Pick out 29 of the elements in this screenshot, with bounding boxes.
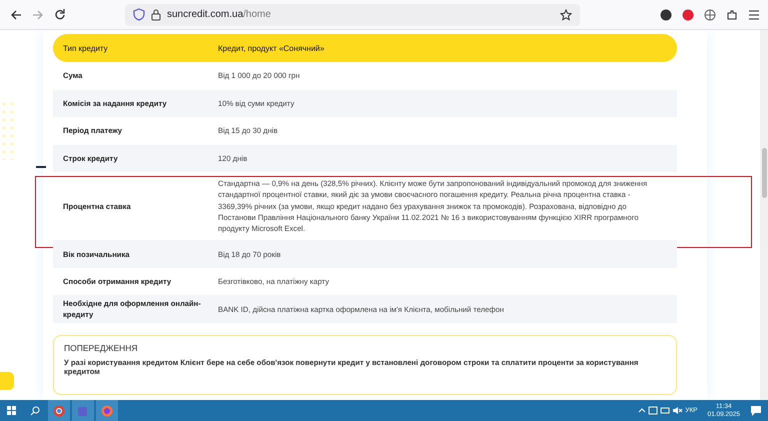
battery-icon[interactable] xyxy=(660,406,670,415)
shield-icon xyxy=(133,8,145,21)
speaker-muted-icon[interactable] xyxy=(672,406,684,415)
bookmark-star-icon[interactable] xyxy=(560,8,572,20)
network-icon[interactable] xyxy=(648,406,658,415)
lock-icon xyxy=(151,8,161,20)
team-app-icon xyxy=(77,404,89,416)
reload-icon[interactable] xyxy=(54,9,65,20)
back-icon[interactable] xyxy=(10,10,22,20)
puzzle-icon[interactable] xyxy=(726,8,738,20)
globe-icon[interactable] xyxy=(704,8,716,20)
taskbar-app[interactable] xyxy=(48,400,70,421)
scrollbar[interactable] xyxy=(760,30,768,400)
decor-dash xyxy=(36,166,46,168)
warning-title: ПОПЕРЕДЖЕННЯ xyxy=(64,342,139,353)
menu-icon[interactable] xyxy=(748,8,760,20)
search-icon xyxy=(30,406,40,416)
header-cell-text: Тип кредиту xyxy=(63,44,109,52)
address-bar[interactable]: suncredit.com.ua/home xyxy=(125,4,580,26)
url-host: suncredit.com.ua xyxy=(167,9,244,20)
browser-ball-icon xyxy=(53,404,65,416)
url-path: /home xyxy=(243,9,271,20)
header-cell-text: Кредит, продукт «Сонячний» xyxy=(218,44,326,52)
extension-icon[interactable] xyxy=(660,8,672,20)
fox-browser-icon xyxy=(101,404,113,416)
stop-badge-icon[interactable] xyxy=(682,8,694,20)
notification-icon[interactable] xyxy=(750,404,762,416)
tray-caret-icon[interactable] xyxy=(638,407,646,414)
windows-icon xyxy=(6,406,16,415)
